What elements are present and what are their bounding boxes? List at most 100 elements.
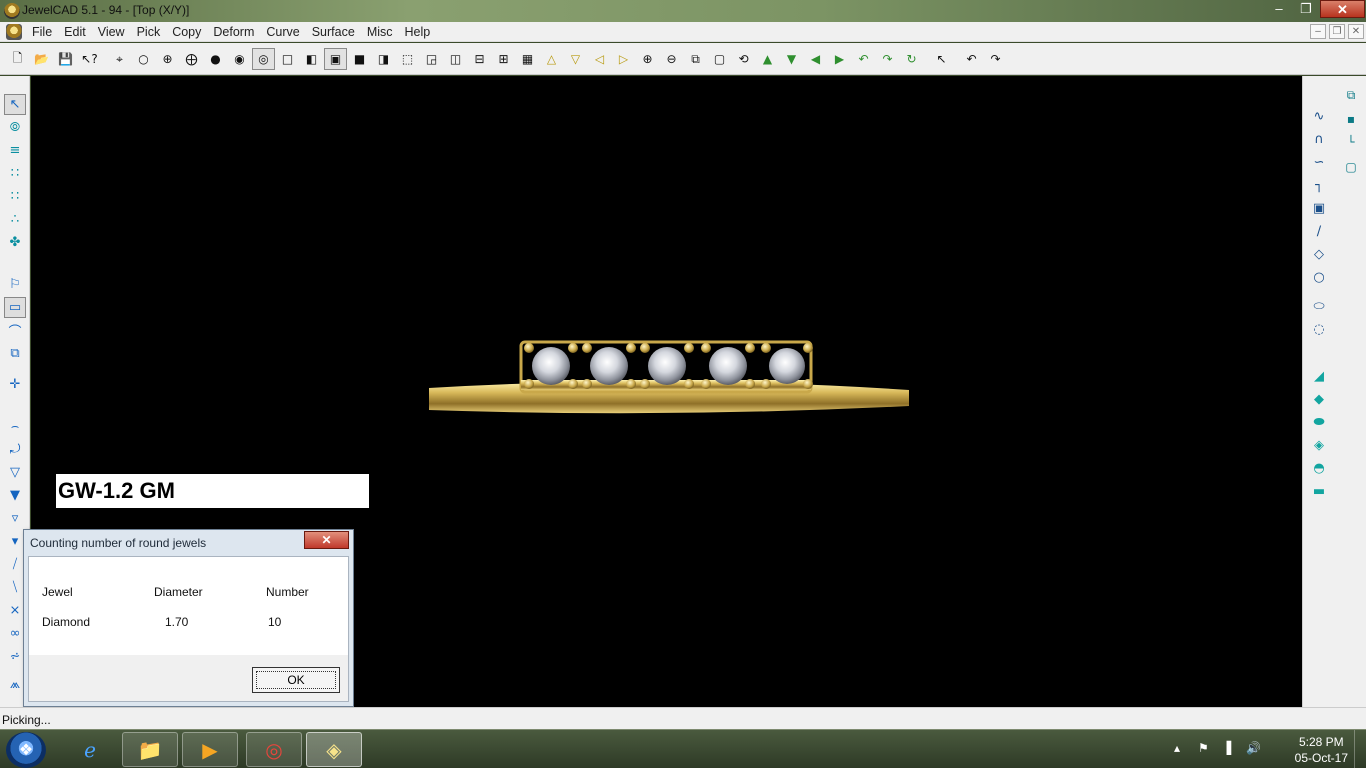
- maximize-icon[interactable]: ❐: [1293, 0, 1319, 18]
- surface-lathe-icon[interactable]: ◢: [1308, 366, 1330, 387]
- dot-icon[interactable]: ●: [204, 48, 227, 70]
- triangle-left-icon[interactable]: ◁: [588, 48, 611, 70]
- view-front-icon[interactable]: ▣: [324, 48, 347, 70]
- undo-icon[interactable]: ↶: [960, 48, 983, 70]
- save-icon[interactable]: 💾: [54, 48, 77, 70]
- curve-line-icon[interactable]: ∕: [1308, 221, 1330, 242]
- pick-chain-icon[interactable]: ∷: [4, 163, 26, 184]
- arc-up-icon[interactable]: ⌢: [4, 416, 26, 437]
- doc-close-icon[interactable]: ✕: [1348, 24, 1364, 39]
- cone-outline-icon[interactable]: ▿: [4, 508, 26, 529]
- arrow-down-icon[interactable]: ▼: [780, 48, 803, 70]
- menu-misc[interactable]: Misc: [361, 24, 399, 40]
- cone-filled-icon[interactable]: ▼: [4, 485, 26, 506]
- zoom-all-icon[interactable]: ⟲: [732, 48, 755, 70]
- curve-diamond-icon[interactable]: ◇: [1308, 244, 1330, 265]
- volume-icon[interactable]: 🔊: [1246, 741, 1261, 755]
- zoom-window-icon[interactable]: ⧉: [684, 48, 707, 70]
- show-hidden-icons-icon[interactable]: ▴: [1174, 741, 1180, 755]
- close-icon[interactable]: ✕: [1320, 0, 1365, 18]
- curve-box-icon[interactable]: ▣: [1308, 198, 1330, 219]
- circle-icon[interactable]: ○: [132, 48, 155, 70]
- mirror-icon[interactable]: ⧉: [4, 343, 26, 364]
- surface-rail-icon[interactable]: ⬬: [1308, 412, 1330, 433]
- action-center-flag-icon[interactable]: ⚑: [1198, 741, 1209, 755]
- view-frame-icon[interactable]: ⬚: [396, 48, 419, 70]
- curve-arch-icon[interactable]: ∩: [1308, 129, 1330, 150]
- menu-deform[interactable]: Deform: [207, 24, 260, 40]
- rotate-left-icon[interactable]: ↶: [852, 48, 875, 70]
- rotate-right-icon[interactable]: ↷: [876, 48, 899, 70]
- surface-extrude-icon[interactable]: ◆: [1308, 389, 1330, 410]
- curve-open-circle-icon[interactable]: ◌: [1308, 319, 1330, 340]
- help-pointer-icon[interactable]: ↖?: [78, 48, 101, 70]
- menu-view[interactable]: View: [92, 24, 131, 40]
- pick-cluster-icon[interactable]: ✤: [4, 232, 26, 253]
- menu-file[interactable]: File: [26, 24, 58, 40]
- document-icon[interactable]: [6, 24, 22, 40]
- file-explorer-icon[interactable]: 📁: [122, 732, 178, 767]
- triangle-down-icon[interactable]: ▽: [564, 48, 587, 70]
- curve-ellipse-icon[interactable]: ⬭: [1308, 296, 1330, 317]
- arrow-right-icon[interactable]: ▶: [828, 48, 851, 70]
- curve-circle-icon[interactable]: ○: [1308, 267, 1330, 288]
- flag-icon[interactable]: ⚐: [4, 274, 26, 295]
- select-arrow-icon[interactable]: ↖: [930, 48, 953, 70]
- network-signal-icon[interactable]: ▐: [1222, 741, 1231, 755]
- menu-surface[interactable]: Surface: [306, 24, 361, 40]
- target-filled-icon[interactable]: ⨁: [180, 48, 203, 70]
- start-button-icon[interactable]: ❖: [6, 732, 46, 768]
- clock[interactable]: 5:28 PM 05-Oct-17: [1295, 734, 1348, 766]
- pick-link-icon[interactable]: ∴: [4, 209, 26, 230]
- jewelcad-app-icon[interactable]: [4, 3, 20, 19]
- view-split-v-icon[interactable]: ◫: [444, 48, 467, 70]
- surface-cover-icon[interactable]: ▬: [1308, 481, 1330, 502]
- rect-select-icon[interactable]: ▭: [4, 297, 26, 318]
- view-left-icon[interactable]: ◧: [300, 48, 323, 70]
- view-top-icon[interactable]: ■: [348, 48, 371, 70]
- chrome-icon[interactable]: ◎: [246, 732, 302, 767]
- menu-curve[interactable]: Curve: [260, 24, 305, 40]
- dot-ring-icon[interactable]: ◉: [228, 48, 251, 70]
- doc-restore-icon[interactable]: ❐: [1329, 24, 1345, 39]
- jewelcad-taskbar-icon[interactable]: ◈: [306, 732, 362, 767]
- triangle-up-icon[interactable]: △: [540, 48, 563, 70]
- pick-all-icon[interactable]: ↖: [4, 94, 26, 115]
- new-file-icon[interactable]: 🗋: [6, 48, 29, 70]
- rotate-free-icon[interactable]: ↻: [900, 48, 923, 70]
- curve-step-icon[interactable]: ┐: [1308, 175, 1330, 196]
- view-tl-icon[interactable]: ◲: [420, 48, 443, 70]
- corner-icon[interactable]: └: [1340, 131, 1362, 152]
- view-right-icon[interactable]: ◨: [372, 48, 395, 70]
- media-player-icon[interactable]: ▶: [182, 732, 238, 767]
- doc-minimize-icon[interactable]: ‒: [1310, 24, 1326, 39]
- internet-explorer-icon[interactable]: ℯ: [62, 732, 118, 767]
- triangle-right-icon[interactable]: ▷: [612, 48, 635, 70]
- dome-icon[interactable]: ⌒: [4, 320, 26, 341]
- zoom-box-icon[interactable]: ▢: [708, 48, 731, 70]
- scatter-icon[interactable]: ✛: [4, 374, 26, 395]
- minimize-icon[interactable]: ‒: [1266, 0, 1292, 18]
- open-folder-icon[interactable]: 📂: [30, 48, 53, 70]
- curve-bezier-icon[interactable]: ∿: [1308, 106, 1330, 127]
- arrow-up-icon[interactable]: ▲: [756, 48, 779, 70]
- redo-icon[interactable]: ↷: [984, 48, 1007, 70]
- menu-edit[interactable]: Edit: [58, 24, 92, 40]
- surface-tube-icon[interactable]: ◓: [1308, 458, 1330, 479]
- menu-help[interactable]: Help: [399, 24, 437, 40]
- point-icon[interactable]: ▪: [1340, 108, 1362, 129]
- view-split-h-icon[interactable]: ⊟: [468, 48, 491, 70]
- view-quad-icon[interactable]: ⊞: [492, 48, 515, 70]
- layers-icon[interactable]: ⧉: [1340, 85, 1362, 106]
- arrow-left-icon[interactable]: ◀: [804, 48, 827, 70]
- menu-pick[interactable]: Pick: [131, 24, 167, 40]
- target-icon[interactable]: ⊕: [156, 48, 179, 70]
- zoom-in-icon[interactable]: ⊕: [636, 48, 659, 70]
- cone-down-icon[interactable]: ▽: [4, 462, 26, 483]
- dialog-close-icon[interactable]: ✕: [304, 531, 349, 549]
- blank-panel-icon[interactable]: ▢: [1340, 156, 1362, 177]
- zoom-out-icon[interactable]: ⊖: [660, 48, 683, 70]
- view-square-icon[interactable]: □: [276, 48, 299, 70]
- show-desktop-button[interactable]: [1354, 730, 1366, 768]
- pick-group-icon[interactable]: ∷: [4, 186, 26, 207]
